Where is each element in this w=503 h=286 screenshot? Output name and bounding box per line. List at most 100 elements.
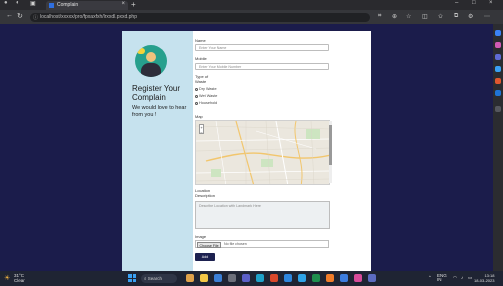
close-window-button[interactable]: ×: [489, 0, 493, 6]
browser-sidebar-icon[interactable]: ▣: [30, 0, 36, 7]
panel-title: Register Your Complain: [132, 84, 181, 102]
favorites-icon[interactable]: ✩: [438, 13, 443, 20]
weather-widget[interactable]: 31°C Clear: [14, 273, 25, 283]
location-placeholder: Describe Location with Landmark Here: [199, 204, 261, 208]
radio-wet-icon: [195, 94, 198, 98]
taskbar-app-store-icon[interactable]: [284, 274, 292, 282]
radio-dry[interactable]: Dry Waste: [195, 87, 217, 91]
battery-icon[interactable]: ▭: [468, 275, 472, 281]
info-icon[interactable]: ⓘ: [33, 14, 38, 21]
translate-icon[interactable]: ⌗: [378, 13, 381, 20]
file-name-text: No file chosen: [224, 242, 247, 246]
zoom-icon[interactable]: ⊕: [392, 13, 397, 20]
image-label: Image: [195, 234, 207, 239]
weather-desc: Clear: [14, 278, 25, 283]
name-placeholder: Enter Your Name: [199, 45, 227, 50]
tray-chevron-icon[interactable]: ⌃: [428, 275, 432, 281]
radio-household[interactable]: Household: [195, 101, 217, 105]
radio-dry-label: Dry Waste: [199, 87, 217, 91]
radio-household-label: Household: [199, 101, 218, 105]
support-avatar-icon: [135, 45, 167, 77]
taskbar-app-terminal-icon[interactable]: [368, 274, 376, 282]
taskbar-app-xampp-icon[interactable]: [326, 274, 334, 282]
taskbar-app-files-icon[interactable]: [200, 274, 208, 282]
map-scrollbar-thumb[interactable]: [329, 125, 332, 165]
extensions-icon[interactable]: ⚙: [468, 13, 473, 20]
bookmark-star-icon[interactable]: ☆: [406, 13, 411, 20]
browser-tab-search-icon[interactable]: ◐: [16, 0, 20, 6]
sidebar-games-icon[interactable]: [495, 66, 501, 72]
new-tab-button[interactable]: +: [131, 0, 136, 9]
taskbar-app-chat-icon[interactable]: [242, 274, 250, 282]
taskbar-app-photos-icon[interactable]: [340, 274, 348, 282]
windows-taskbar: ☀ 31°C Clear ⌕ Search ⌃ ENG IN ◠ ♪ ▭ 13:…: [0, 271, 503, 286]
radio-wet-label: Wet Waste: [199, 94, 218, 98]
map-scrollbar[interactable]: [329, 121, 332, 183]
start-button[interactable]: [128, 274, 136, 282]
browser-sidebar: [493, 24, 503, 271]
split-screen-icon[interactable]: ◫: [422, 13, 428, 20]
collections-icon[interactable]: ⧉: [454, 13, 458, 20]
waste-type-label: Type of Waste: [195, 74, 209, 84]
name-label: Name: [195, 38, 206, 43]
sidebar-tools-icon[interactable]: [495, 54, 501, 60]
taskbar-app-excel-icon[interactable]: [312, 274, 320, 282]
mobile-label: Mobile: [195, 56, 207, 61]
browser-tab[interactable]: Complain ×: [46, 1, 128, 10]
submit-button[interactable]: Add: [195, 253, 215, 261]
mobile-placeholder: Enter Your Mobile Number: [199, 64, 242, 69]
address-url: localhost/xxxxx/pro/fpxaxfxh/lrxxdl.pxxd…: [40, 14, 137, 20]
name-input[interactable]: Enter Your Name: [195, 44, 329, 51]
address-bar[interactable]: ⓘ localhost/xxxxx/pro/fpxaxfxh/lrxxdl.px…: [30, 13, 370, 22]
minimize-button[interactable]: –: [455, 0, 458, 6]
taskbar-app-mail-icon[interactable]: [214, 274, 222, 282]
tab-title: Complain: [57, 2, 79, 8]
clock[interactable]: 13:18 18-03-2023: [474, 273, 494, 283]
sidebar-search-icon[interactable]: [495, 30, 501, 36]
reload-icon[interactable]: ↻: [17, 12, 23, 20]
radio-dry-icon: [195, 87, 198, 91]
more-menu-icon[interactable]: ⋯: [484, 13, 490, 20]
taskbar-search[interactable]: ⌕ Search: [141, 274, 177, 283]
browser-toolbar: ← ↻ ⓘ localhost/xxxxx/pro/fpxaxfxh/lrxxd…: [0, 10, 503, 24]
back-arrow-icon[interactable]: ←: [6, 12, 13, 19]
panel-subtitle: We would love to hear from you !: [132, 105, 187, 118]
maximize-button[interactable]: □: [472, 0, 476, 6]
map-label: Map: [195, 114, 203, 119]
language-indicator[interactable]: ENG IN: [437, 273, 449, 282]
mobile-input[interactable]: Enter Your Mobile Number: [195, 63, 329, 70]
intro-panel: Register Your Complain We would love to …: [122, 31, 193, 271]
speech-bubble-icon: [137, 48, 145, 54]
weather-icon[interactable]: ☀: [4, 274, 10, 282]
taskbar-app-vscode-icon[interactable]: [298, 274, 306, 282]
tab-favicon-icon: [49, 3, 54, 8]
clock-date: 18-03-2023: [474, 278, 495, 283]
location-textarea[interactable]: Describe Location with Landmark Here: [195, 201, 330, 229]
location-map[interactable]: + −: [195, 120, 330, 185]
wifi-icon[interactable]: ◠: [453, 275, 457, 281]
taskbar-app-widgets-icon[interactable]: [186, 274, 194, 282]
sidebar-outlook-icon[interactable]: [495, 90, 501, 96]
map-roads: [196, 121, 329, 184]
image-file-input[interactable]: Choose File No file chosen: [195, 240, 329, 248]
taskbar-app-office-icon[interactable]: [270, 274, 278, 282]
browser-tab-strip: ● ◐ ▣ Complain × + – □ ×: [0, 0, 503, 10]
sidebar-add-icon[interactable]: [495, 106, 501, 112]
location-label: Location Description: [195, 188, 216, 198]
avatar-head: [146, 52, 156, 62]
browser-profile-icon[interactable]: ●: [4, 0, 8, 6]
radio-wet[interactable]: Wet Waste: [195, 94, 217, 98]
taskbar-app-paint-icon[interactable]: [354, 274, 362, 282]
sidebar-office-icon[interactable]: [495, 78, 501, 84]
taskbar-app-edge-icon[interactable]: [256, 274, 264, 282]
sidebar-shopping-icon[interactable]: [495, 42, 501, 48]
choose-file-button[interactable]: Choose File: [197, 241, 222, 248]
taskbar-app-camera-icon[interactable]: [228, 274, 236, 282]
map-zoom-control[interactable]: + −: [199, 124, 204, 135]
volume-icon[interactable]: ♪: [461, 275, 463, 280]
complaint-form: Name Enter Your Name Mobile Enter Your M…: [193, 31, 371, 271]
avatar-body: [141, 63, 161, 77]
tab-close-icon[interactable]: ×: [121, 1, 125, 7]
taskbar-search-label: Search: [147, 276, 163, 281]
radio-household-icon: [195, 101, 198, 105]
